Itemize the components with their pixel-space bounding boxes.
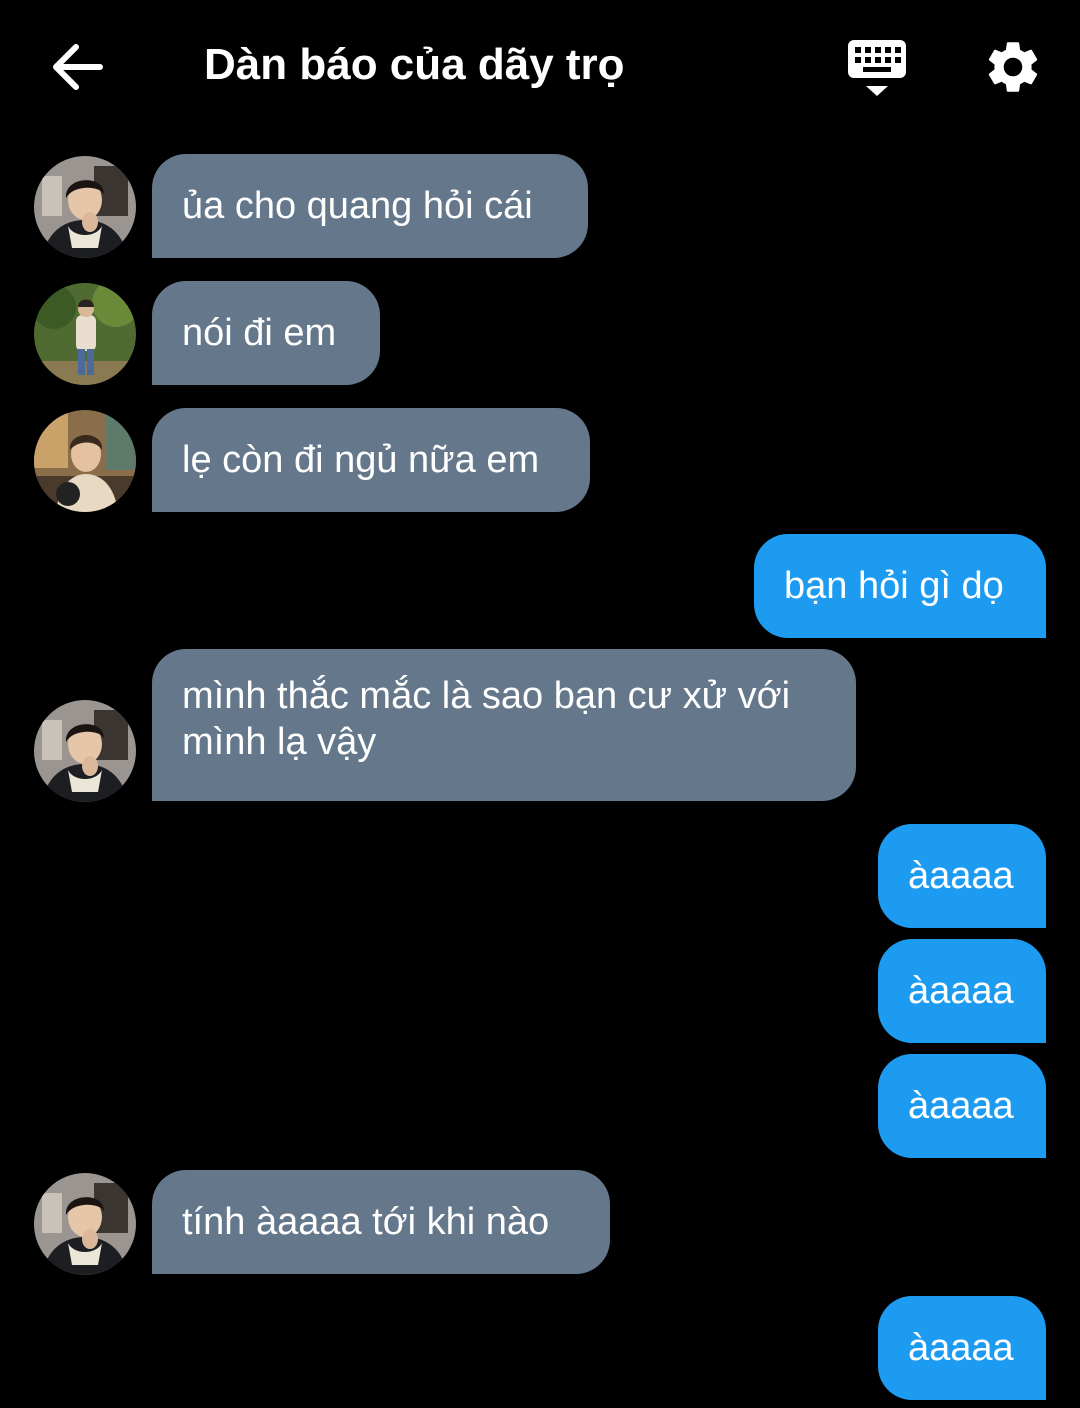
- avatar[interactable]: [34, 1173, 136, 1275]
- message-bubble-incoming[interactable]: lẹ còn đi ngủ nữa em: [152, 408, 590, 512]
- message-bubble-incoming[interactable]: ủa cho quang hỏi cái: [152, 154, 588, 258]
- message-bubble-outgoing[interactable]: àaaaa: [878, 824, 1046, 928]
- chat-title: Dàn báo của dãy trọ: [204, 40, 625, 89]
- back-button[interactable]: [48, 38, 110, 96]
- gear-icon: [988, 42, 1038, 92]
- chat-header: Dàn báo của dãy trọ: [0, 0, 1080, 132]
- message-text: lẹ còn đi ngủ nữa em: [182, 439, 540, 481]
- avatar[interactable]: [34, 156, 136, 258]
- message-bubble-outgoing[interactable]: bạn hỏi gì dọ: [754, 534, 1046, 638]
- message-text: bạn hỏi gì dọ: [784, 565, 1004, 607]
- message-text: àaaaa: [908, 855, 1014, 897]
- message-text: nói đi em: [182, 312, 337, 354]
- keyboard-button[interactable]: [846, 38, 910, 100]
- message-text: tính àaaaa tới khi nào: [182, 1201, 550, 1243]
- message-bubble-incoming[interactable]: nói đi em: [152, 281, 380, 385]
- settings-button[interactable]: [982, 36, 1044, 98]
- message-text: ủa cho quang hỏi cái: [182, 185, 533, 227]
- message-bubble-outgoing[interactable]: àaaaa: [878, 1296, 1046, 1400]
- message-bubble-outgoing[interactable]: àaaaa: [878, 939, 1046, 1043]
- avatar[interactable]: [34, 410, 136, 512]
- message-bubble-outgoing[interactable]: àaaaa: [878, 1054, 1046, 1158]
- message-bubble-incoming[interactable]: mình thắc mắc là sao bạn cư xử với mình …: [152, 649, 856, 801]
- avatar[interactable]: [34, 700, 136, 802]
- keyboard-icon: [848, 40, 906, 96]
- arrow-left-icon: [53, 44, 103, 90]
- message-bubble-incoming[interactable]: tính àaaaa tới khi nào: [152, 1170, 610, 1274]
- avatar[interactable]: [34, 283, 136, 385]
- message-text: àaaaa: [908, 970, 1014, 1012]
- message-text: àaaaa: [908, 1327, 1014, 1369]
- message-text: àaaaa: [908, 1085, 1014, 1127]
- message-text: mình thắc mắc là sao bạn cư xử với mình …: [182, 675, 791, 763]
